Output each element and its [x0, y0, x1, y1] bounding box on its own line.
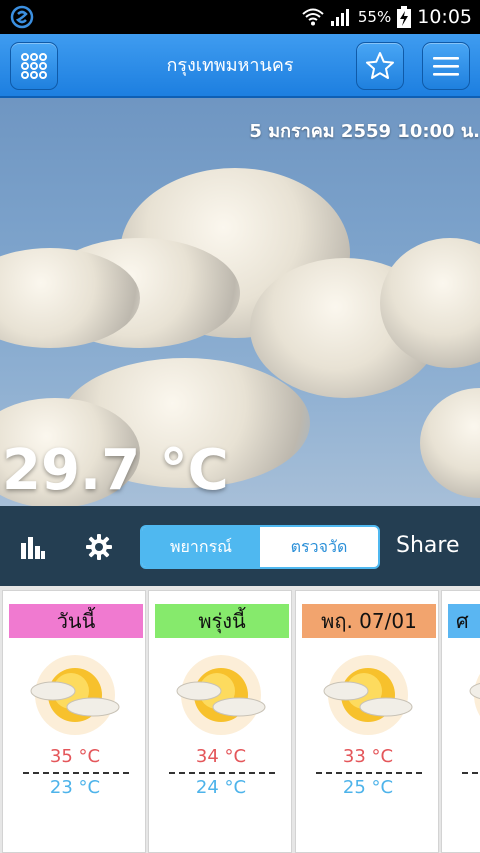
clock: 10:05: [417, 6, 472, 28]
low-temperature: 23 °C: [49, 777, 101, 798]
divider: [462, 772, 480, 774]
sun-cloud-icon: [469, 673, 480, 717]
view-segmented-control: พยากรณ์ ตรวจวัด: [140, 525, 380, 569]
wifi-icon: [302, 8, 324, 26]
high-temperature: 34 °C: [195, 746, 247, 767]
cloud: [420, 388, 480, 498]
star-icon: [366, 52, 394, 79]
forecast-list: วันนี้ 35 °C 23 °C พรุ่งนี้ 34 °C 24 °C …: [0, 586, 480, 853]
app-notification-icon: [10, 5, 34, 29]
toolbar: พยากรณ์ ตรวจวัด Share: [0, 506, 480, 586]
settings-gear-icon[interactable]: [86, 534, 112, 560]
grid-icon: [21, 53, 47, 79]
low-temperature: 25 °C: [342, 777, 394, 798]
forecast-card[interactable]: พรุ่งนี้ 34 °C 24 °C: [148, 590, 292, 853]
current-temperature: 29.7 °C: [2, 438, 229, 503]
share-button[interactable]: Share: [396, 506, 460, 586]
battery-charging-icon: [397, 6, 412, 28]
day-label: พฤ. 07/01: [302, 604, 436, 638]
low-temperature: 24 °C: [195, 777, 247, 798]
day-label: ศ: [448, 604, 480, 638]
favorite-button[interactable]: [356, 42, 404, 90]
tab-observation[interactable]: ตรวจวัด: [260, 527, 378, 567]
tab-forecast[interactable]: พยากรณ์: [142, 527, 260, 567]
app-bar: กรุงเทพมหานคร: [0, 34, 480, 98]
forecast-card[interactable]: พฤ. 07/01 33 °C 25 °C: [295, 590, 439, 853]
day-label: วันนี้: [9, 604, 143, 638]
divider: [169, 772, 275, 774]
weather-background-image: 5 มกราคม 2559 10:00 น. 29.7 °C: [0, 98, 480, 506]
sun-cloud-icon: [323, 655, 413, 735]
apps-grid-button[interactable]: [10, 42, 58, 90]
menu-button[interactable]: [422, 42, 470, 90]
signal-icon: [330, 9, 349, 26]
divider: [316, 772, 422, 774]
day-label: พรุ่งนี้: [155, 604, 289, 638]
chart-icon[interactable]: [20, 534, 46, 560]
status-bar: 55% 10:05: [0, 0, 480, 34]
sun-cloud-icon: [176, 655, 266, 735]
battery-percent: 55%: [357, 8, 392, 26]
page-title: กรุงเทพมหานคร: [166, 55, 294, 76]
hamburger-icon: [433, 57, 459, 76]
high-temperature: 35 °C: [49, 746, 101, 767]
forecast-card[interactable]: ศ: [441, 590, 480, 853]
high-temperature: 33 °C: [342, 746, 394, 767]
forecast-card[interactable]: วันนี้ 35 °C 23 °C: [2, 590, 146, 853]
observation-datetime: 5 มกราคม 2559 10:00 น.: [249, 121, 480, 142]
day-label-text: ศ: [456, 609, 469, 633]
sun-cloud-icon: [30, 655, 120, 735]
divider: [23, 772, 129, 774]
